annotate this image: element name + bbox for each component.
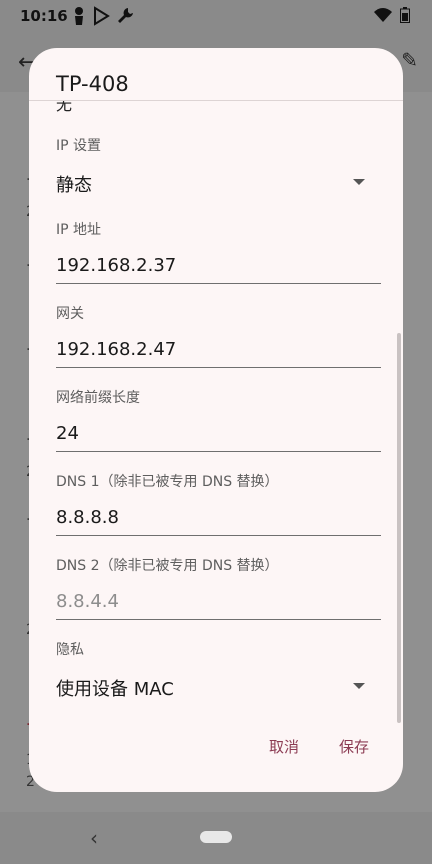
- ip-address-input[interactable]: 192.168.2.37: [56, 255, 176, 276]
- gateway-label: 网关: [56, 306, 84, 322]
- person-icon: [75, 7, 83, 25]
- wrench-icon: [118, 8, 133, 23]
- ip-settings-label: IP 设置: [56, 138, 102, 154]
- ip-settings-dropdown-icon[interactable]: [353, 179, 365, 185]
- status-bar: 10:16: [0, 0, 432, 32]
- status-time: 10:16: [20, 7, 68, 25]
- prefix-length-label: 网络前缀长度: [56, 390, 140, 406]
- dialog-title: TP-408: [56, 72, 129, 96]
- cancel-button[interactable]: 取消: [269, 736, 299, 757]
- save-button[interactable]: 保存: [339, 736, 369, 757]
- edit-icon: ✎: [401, 48, 418, 72]
- gateway-input[interactable]: 192.168.2.47: [56, 339, 176, 360]
- clipped-field-value: 无: [56, 101, 73, 114]
- dns2-input[interactable]: 8.8.4.4: [56, 591, 119, 612]
- battery-icon: [400, 7, 410, 23]
- privacy-label: 隐私: [56, 642, 84, 658]
- nav-back-icon[interactable]: ‹: [90, 826, 98, 850]
- privacy-dropdown-icon[interactable]: [353, 683, 365, 689]
- dialog-scroll-area[interactable]: 无 IP 设置 静态 IP 地址 192.168.2.37 网关 192.168…: [29, 101, 403, 746]
- ip-address-underline: [56, 283, 381, 284]
- prefix-length-input[interactable]: 24: [56, 423, 79, 444]
- ip-address-label: IP 地址: [56, 222, 102, 238]
- dialog-scrollbar[interactable]: [397, 333, 401, 723]
- privacy-value[interactable]: 使用设备 MAC: [56, 675, 174, 701]
- dns2-underline: [56, 619, 381, 620]
- dns1-underline: [56, 535, 381, 536]
- dns1-input[interactable]: 8.8.8.8: [56, 507, 119, 528]
- wifi-icon: [374, 8, 392, 22]
- nav-home-pill[interactable]: [200, 831, 232, 843]
- navigation-bar: ‹: [0, 812, 432, 864]
- dialog-actions: 取消 保存: [29, 732, 403, 792]
- gateway-underline: [56, 367, 381, 368]
- dns2-label: DNS 2（除非已被专用 DNS 替换）: [56, 558, 279, 574]
- wifi-config-dialog: TP-408 无 IP 设置 静态 IP 地址 192.168.2.37 网关 …: [29, 48, 403, 792]
- dns1-label: DNS 1（除非已被专用 DNS 替换）: [56, 474, 279, 490]
- ip-settings-value[interactable]: 静态: [56, 171, 92, 197]
- prefix-length-underline: [56, 451, 381, 452]
- play-store-icon: [94, 6, 110, 26]
